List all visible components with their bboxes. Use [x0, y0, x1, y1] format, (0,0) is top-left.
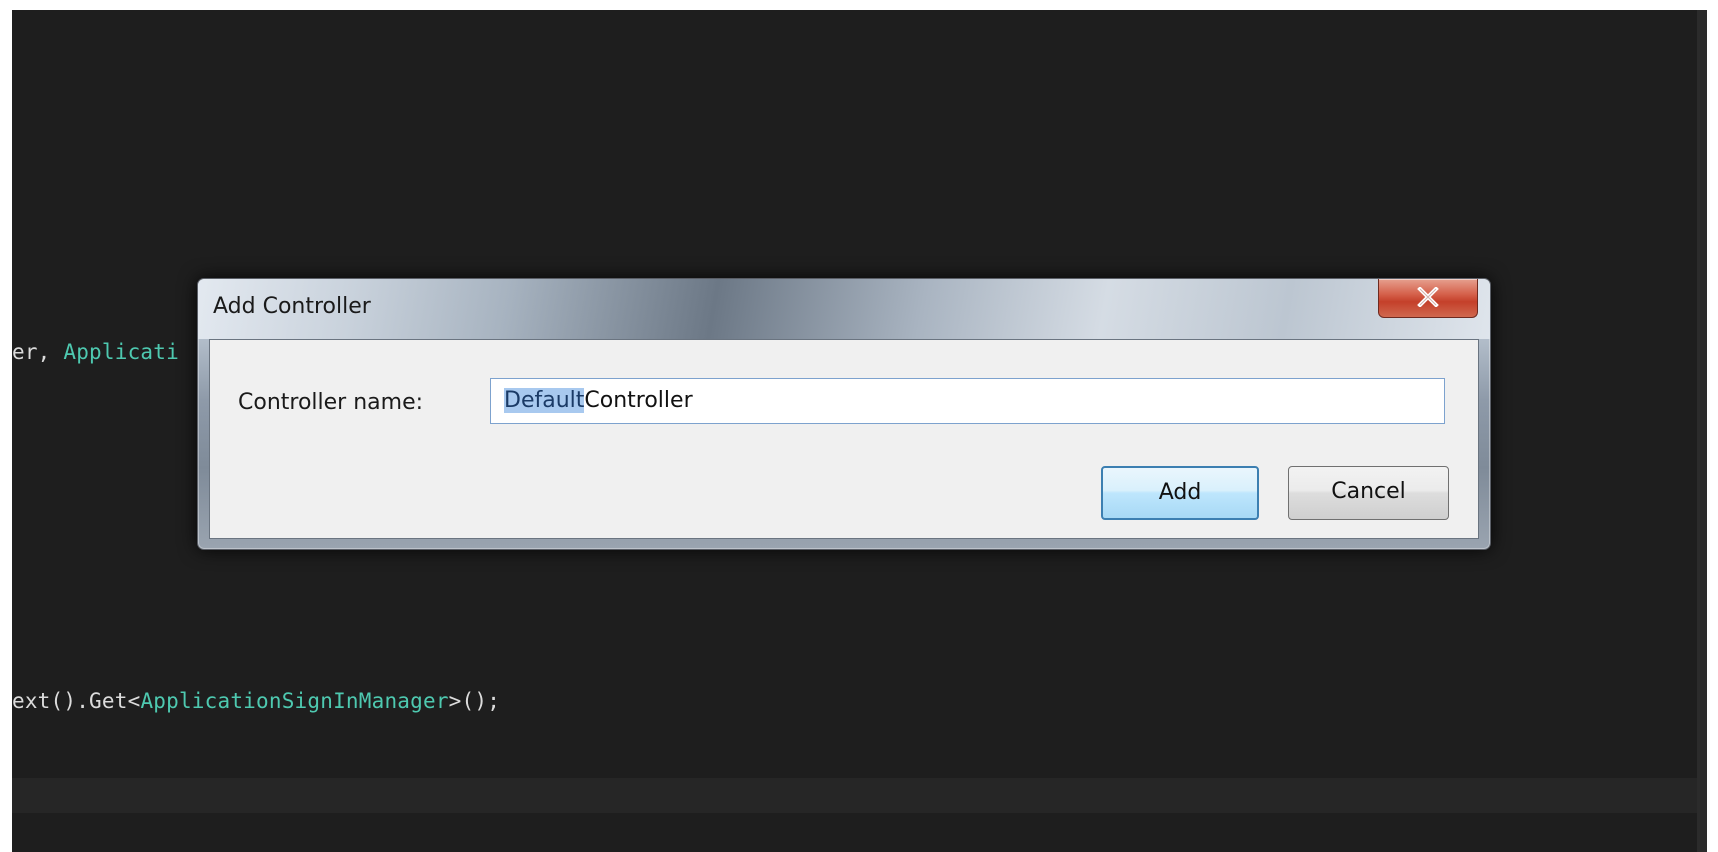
- add-button[interactable]: Add: [1101, 466, 1259, 520]
- dialog-titlebar[interactable]: Add Controller: [198, 279, 1490, 339]
- current-line-highlight: [12, 778, 1707, 813]
- code-text: er,: [12, 340, 64, 364]
- controller-name-label: Controller name:: [238, 390, 424, 415]
- vertical-scrollbar[interactable]: [1697, 10, 1707, 852]
- input-text: Controller: [584, 388, 693, 413]
- code-line: er, Applicati: [12, 340, 179, 364]
- code-type-name: ApplicationSignInManager: [140, 689, 449, 713]
- dialog-title: Add Controller: [213, 294, 371, 319]
- code-text: ext().Get<: [12, 689, 141, 713]
- cancel-button[interactable]: Cancel: [1288, 466, 1449, 520]
- code-line: ext().Get<ApplicationSignInManager>();: [12, 689, 500, 713]
- code-text: >();: [448, 689, 501, 713]
- close-button[interactable]: [1378, 279, 1478, 318]
- selected-text: Default: [504, 388, 585, 413]
- code-type-name: Applicati: [63, 340, 179, 364]
- add-controller-dialog: Add Controller Controller name: DefaultC…: [197, 278, 1491, 550]
- dialog-body: Controller name: DefaultController Add C…: [209, 339, 1479, 539]
- controller-name-input[interactable]: DefaultController: [490, 378, 1445, 424]
- close-icon: [1417, 287, 1439, 307]
